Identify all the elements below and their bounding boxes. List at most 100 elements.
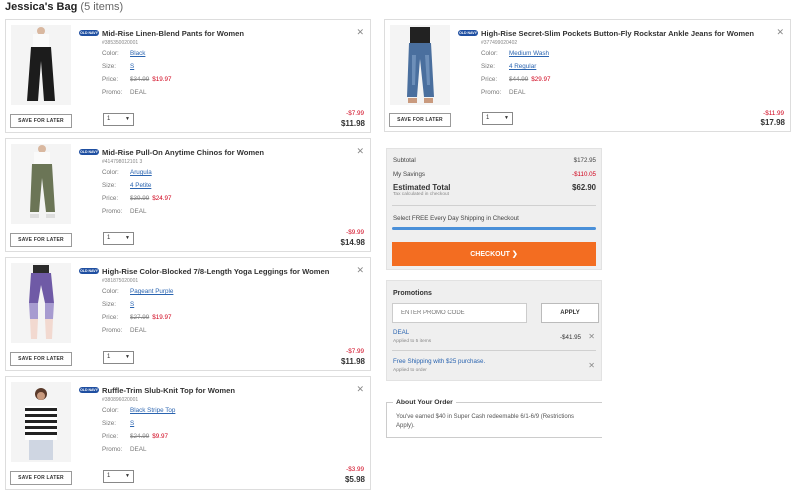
color-label: Color: bbox=[481, 50, 498, 57]
promo-value: DEAL bbox=[130, 89, 147, 96]
sale-price: $24.97 bbox=[152, 195, 172, 202]
sale-price: $9.97 bbox=[152, 433, 169, 440]
color-label: Color: bbox=[102, 50, 119, 57]
promo-label: Promo: bbox=[102, 446, 123, 453]
color-label: Color: bbox=[102, 407, 119, 414]
quantity-select[interactable]: 1 ▼ bbox=[103, 470, 134, 483]
size-label: Size: bbox=[102, 420, 116, 427]
remove-promo-close-icon[interactable]: ✕ bbox=[588, 361, 595, 370]
promo-label: Promo: bbox=[481, 89, 502, 96]
save-for-later-button[interactable]: SAVE FOR LATER bbox=[389, 113, 451, 127]
chevron-right-icon: ❯ bbox=[511, 251, 518, 258]
quantity-select[interactable]: 1 ▼ bbox=[103, 232, 134, 245]
promo-deal-link[interactable]: DEAL bbox=[393, 329, 409, 336]
brand-logo: OLD NAVY bbox=[79, 30, 99, 36]
color-value[interactable]: Black Stripe Top bbox=[130, 407, 175, 414]
promo-value: DEAL bbox=[130, 327, 147, 334]
product-sku: #381875020001 bbox=[102, 278, 139, 284]
remove-promo-close-icon[interactable]: ✕ bbox=[588, 332, 595, 341]
quantity-value: 1 bbox=[486, 115, 490, 121]
color-value[interactable]: Black bbox=[130, 50, 145, 57]
cart-item-linen-pants: SAVE FOR LATER OLD NAVY Mid-Rise Linen-B… bbox=[5, 19, 371, 133]
promo-free-shipping-note: Applied to order bbox=[393, 368, 427, 373]
promo-label: Promo: bbox=[102, 327, 123, 334]
remove-item-close-icon[interactable]: ✕ bbox=[356, 384, 364, 395]
size-label: Size: bbox=[102, 182, 116, 189]
shipping-progress-bar bbox=[392, 227, 596, 230]
product-title[interactable]: Ruffle-Trim Slub-Knit Top for Women bbox=[102, 386, 235, 395]
promotions-panel: Promotions APPLY DEAL Applied to 5 items… bbox=[386, 280, 602, 381]
cart-item-chinos: SAVE FOR LATER OLD NAVY Mid-Rise Pull-On… bbox=[5, 138, 371, 252]
sale-price: $29.97 bbox=[531, 76, 551, 83]
color-label: Color: bbox=[102, 288, 119, 295]
checkout-button[interactable]: CHECKOUT ❯ bbox=[392, 242, 596, 266]
size-value[interactable]: S bbox=[130, 63, 134, 70]
save-for-later-button[interactable]: SAVE FOR LATER bbox=[10, 114, 72, 128]
color-value[interactable]: Arugula bbox=[130, 169, 152, 176]
item-total: $5.98 bbox=[344, 475, 365, 484]
price-label: Price: bbox=[102, 314, 119, 321]
product-image[interactable] bbox=[390, 25, 450, 105]
quantity-value: 1 bbox=[107, 116, 111, 122]
caret-down-icon: ▼ bbox=[504, 115, 509, 121]
original-price: $39.99 bbox=[130, 195, 150, 202]
color-value[interactable]: Pageant Purple bbox=[130, 288, 173, 295]
save-for-later-button[interactable]: SAVE FOR LATER bbox=[10, 352, 72, 366]
estimated-total-row: Estimated Total $62.90 bbox=[393, 183, 596, 192]
item-discount: -$7.99 bbox=[346, 348, 364, 355]
about-heading: About Your Order bbox=[393, 399, 456, 406]
subtotal-value: $172.95 bbox=[573, 157, 596, 164]
caret-down-icon: ▼ bbox=[125, 473, 130, 479]
product-image[interactable] bbox=[11, 263, 71, 343]
product-sku: #385350020001 bbox=[102, 40, 139, 46]
subtotal-row: Subtotal $172.95 bbox=[393, 157, 596, 164]
size-label: Size: bbox=[102, 63, 116, 70]
product-title[interactable]: High-Rise Secret-Slim Pockets Button-Fly… bbox=[481, 29, 754, 38]
cart-item-jeans: SAVE FOR LATER OLD NAVY High-Rise Secret… bbox=[384, 19, 791, 132]
free-shipping-message: Select FREE Every Day Shipping in Checko… bbox=[393, 215, 519, 222]
product-image[interactable] bbox=[11, 144, 71, 224]
promo-free-shipping-link[interactable]: Free Shipping with $25 purchase. bbox=[393, 358, 485, 365]
sale-price: $19.97 bbox=[152, 314, 172, 321]
product-image[interactable] bbox=[11, 25, 71, 105]
caret-down-icon: ▼ bbox=[125, 235, 130, 241]
item-total: $11.98 bbox=[340, 119, 365, 128]
remove-item-close-icon[interactable]: ✕ bbox=[776, 27, 784, 38]
product-sku: #380896020001 bbox=[102, 397, 139, 403]
color-value[interactable]: Medium Wash bbox=[509, 50, 549, 57]
size-value[interactable]: S bbox=[130, 301, 134, 308]
brand-logo: OLD NAVY bbox=[79, 387, 99, 393]
quantity-value: 1 bbox=[107, 473, 111, 479]
size-value[interactable]: S bbox=[130, 420, 134, 427]
price-label: Price: bbox=[481, 76, 498, 83]
subtotal-label: Subtotal bbox=[393, 157, 416, 164]
item-total: $11.98 bbox=[340, 357, 365, 366]
promo-deal-note: Applied to 5 items bbox=[393, 339, 432, 344]
quantity-select[interactable]: 1 ▼ bbox=[482, 112, 513, 125]
quantity-value: 1 bbox=[107, 354, 111, 360]
quantity-select[interactable]: 1 ▼ bbox=[103, 113, 134, 126]
product-title[interactable]: Mid-Rise Linen-Blend Pants for Women bbox=[102, 29, 244, 38]
caret-down-icon: ▼ bbox=[125, 354, 130, 360]
remove-item-close-icon[interactable]: ✕ bbox=[356, 265, 364, 276]
quantity-select[interactable]: 1 ▼ bbox=[103, 351, 134, 364]
save-for-later-button[interactable]: SAVE FOR LATER bbox=[10, 471, 72, 485]
product-image[interactable] bbox=[11, 382, 71, 462]
product-title[interactable]: Mid-Rise Pull-On Anytime Chinos for Wome… bbox=[102, 148, 264, 157]
save-for-later-button[interactable]: SAVE FOR LATER bbox=[10, 233, 72, 247]
product-title[interactable]: High-Rise Color-Blocked 7/8-Length Yoga … bbox=[102, 267, 329, 276]
size-value[interactable]: 4 Regular bbox=[509, 63, 536, 70]
apply-promo-button[interactable]: APPLY bbox=[541, 303, 599, 323]
price-label: Price: bbox=[102, 433, 119, 440]
bag-title: Jessica's Bag (5 items) bbox=[5, 1, 123, 13]
product-sku: #377499020402 bbox=[481, 40, 518, 46]
remove-item-close-icon[interactable]: ✕ bbox=[356, 27, 364, 38]
promo-label: Promo: bbox=[102, 208, 123, 215]
price-value: $24.99 $9.97 bbox=[130, 433, 168, 440]
original-price: $27.99 bbox=[130, 314, 150, 321]
promo-code-input[interactable] bbox=[392, 303, 527, 323]
bag-owner-title: Jessica's Bag bbox=[5, 1, 78, 13]
promo-value: DEAL bbox=[130, 446, 147, 453]
size-value[interactable]: 4 Petite bbox=[130, 182, 151, 189]
remove-item-close-icon[interactable]: ✕ bbox=[356, 146, 364, 157]
